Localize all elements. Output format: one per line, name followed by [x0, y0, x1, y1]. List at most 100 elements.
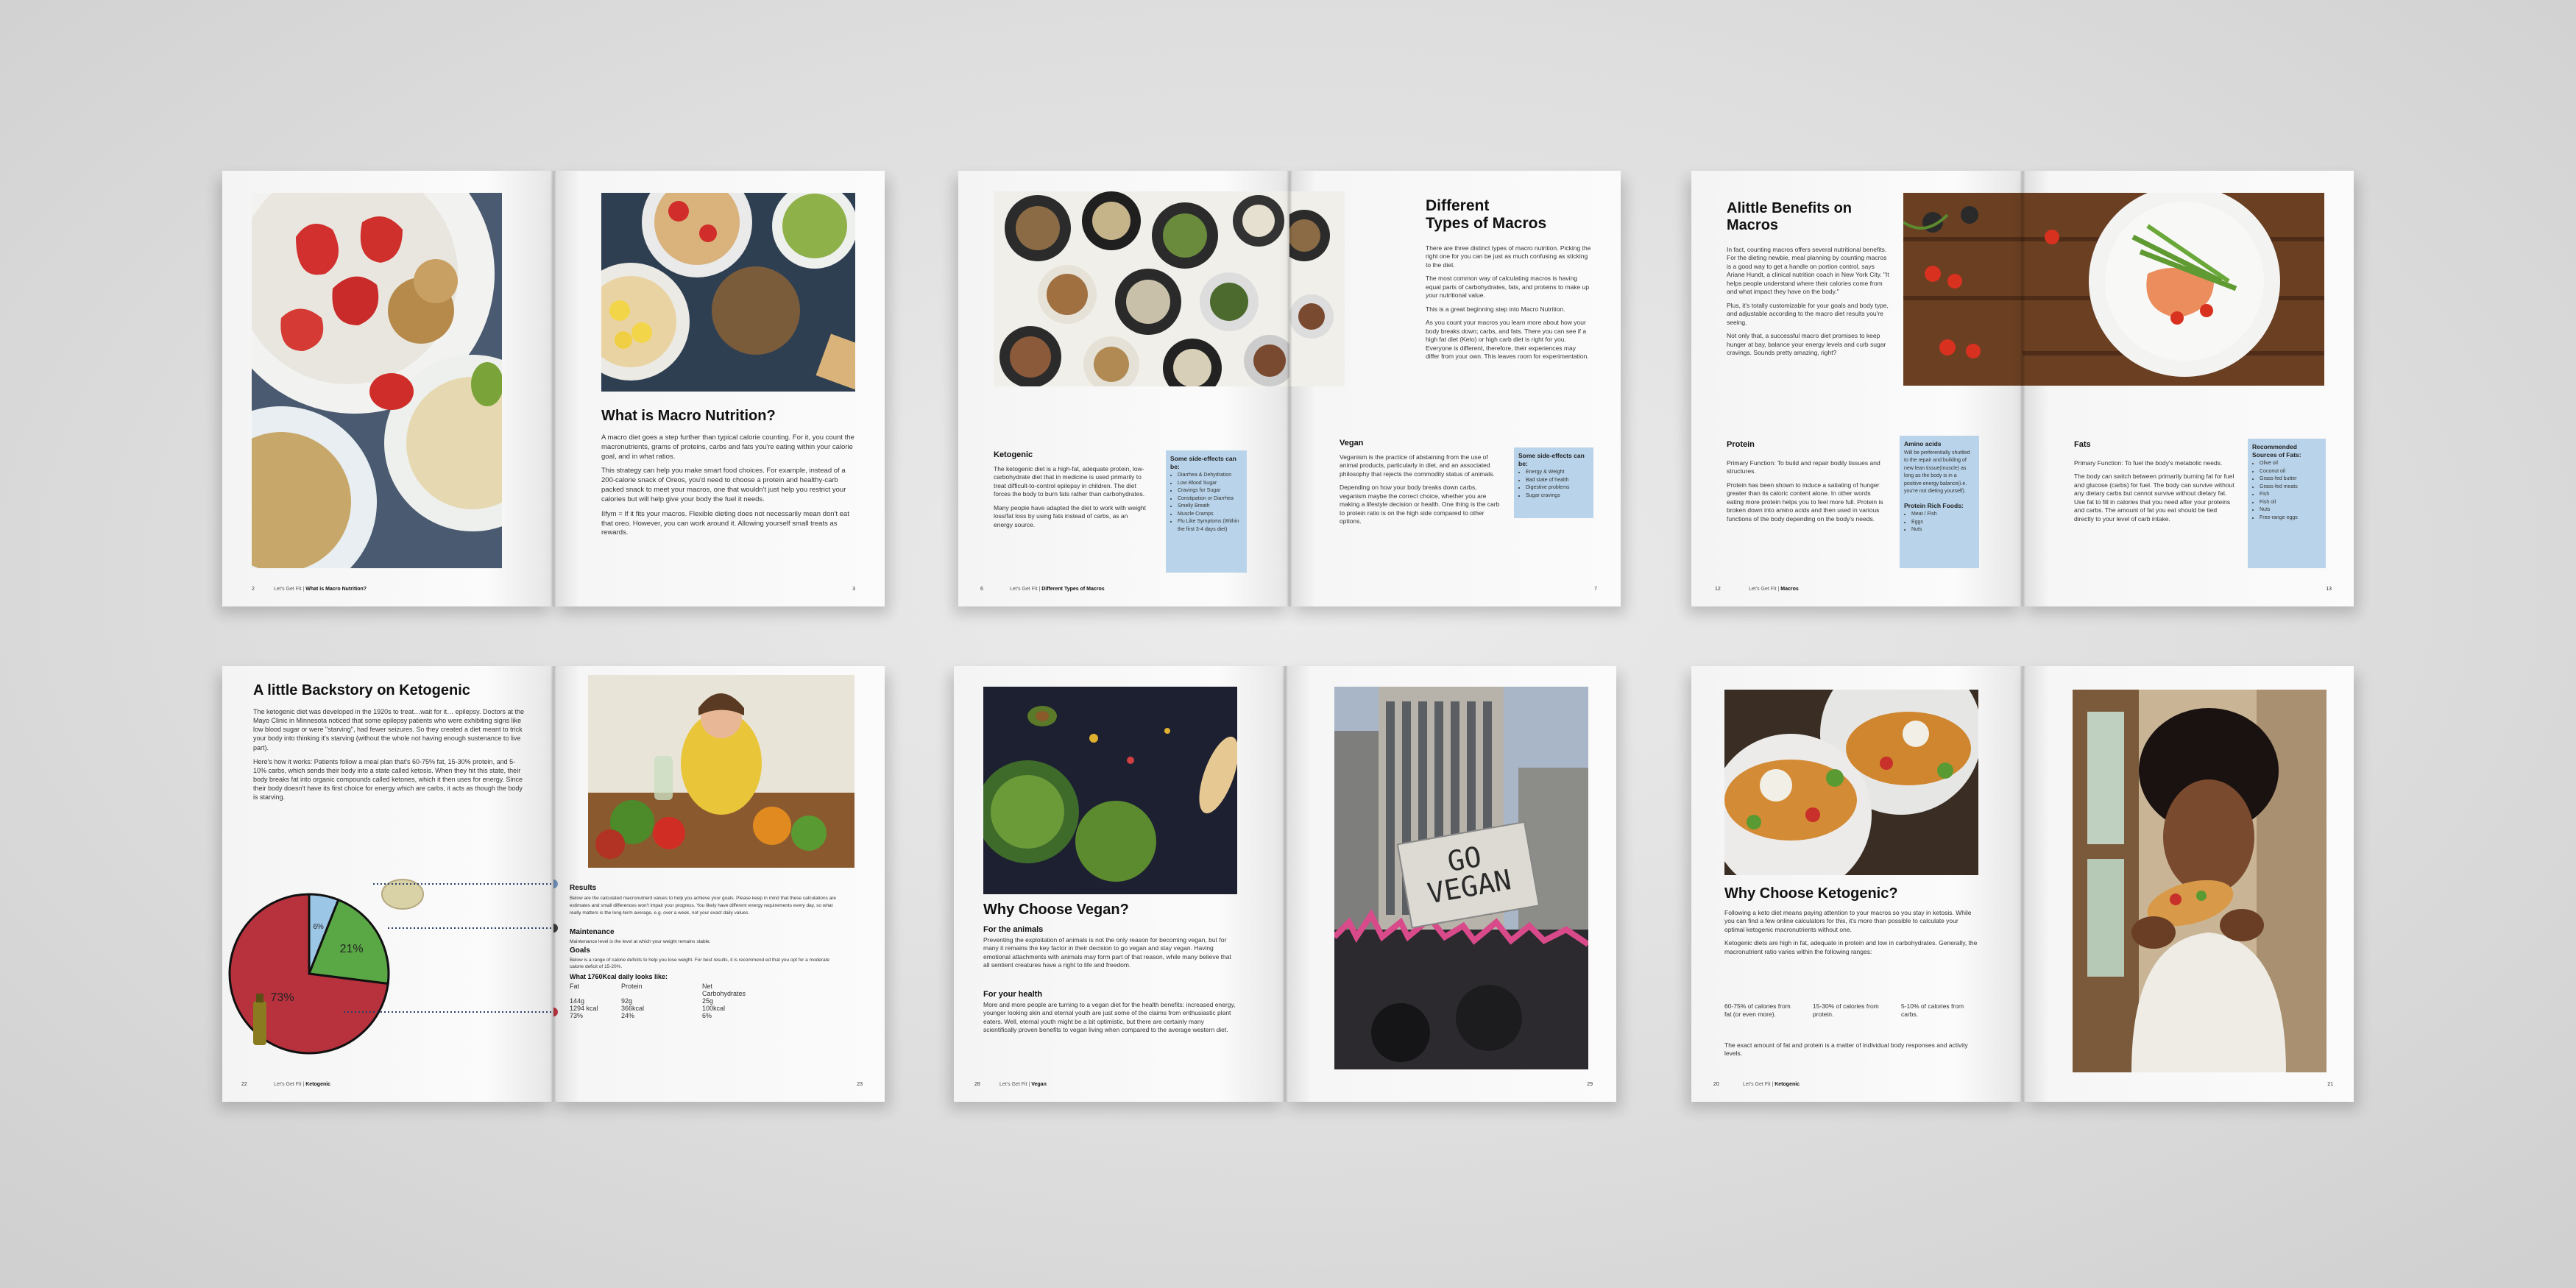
footer-brand: Let's Get Fit: [1010, 587, 1038, 592]
side-effects-list: Diarrhea & Dehydration Low Blood Sugar C…: [1170, 472, 1242, 534]
footer-brand: Let's Get Fit: [274, 1082, 302, 1087]
page-number: 3: [852, 587, 855, 592]
running-footer: Let's Get Fit | Macros: [1749, 587, 1799, 592]
pie-label-fat: 73%: [271, 991, 294, 1004]
spine-shadow: [551, 666, 556, 1102]
page-number: 20: [1713, 1082, 1719, 1087]
title-line: Alittle Benefits on: [1727, 200, 1853, 216]
page-number: 21: [2327, 1082, 2333, 1087]
woman-with-vegetables-photo: [588, 675, 854, 868]
table-cell: 73%: [570, 1012, 584, 1019]
section-title-protein: Protein: [1727, 440, 1755, 449]
spine-shadow: [2020, 171, 2025, 606]
right-page: GO VEGAN 29: [1285, 666, 1616, 1102]
paragraph: The ketogenic diet was developed in the …: [253, 708, 525, 751]
salmon-plate-photo-cont: [2023, 193, 2324, 386]
spread-why-vegan: Why Choose Vegan? For the animals Preven…: [954, 666, 1616, 1102]
list-item: Fish oil: [2260, 499, 2321, 507]
section-title-vegan: Vegan: [1340, 439, 1364, 447]
paragraph: The ketogenic diet is a high-fat, adequa…: [994, 465, 1145, 498]
footer-section: Ketogenic: [305, 1082, 331, 1087]
paragraph: As you count your macros you learn more …: [1426, 319, 1589, 361]
footer-section: Vegan: [1031, 1082, 1047, 1087]
macro-pie-chart: 6% 21% 73%: [228, 879, 553, 1055]
paragraph: In fact, counting macros offers several …: [1727, 246, 1889, 296]
goals-title: Goals: [570, 946, 590, 955]
salad-dark-table-photo: [983, 687, 1237, 894]
footer-brand: Let's Get Fit: [1749, 587, 1777, 592]
page-title: Alittle Benefits on Macros: [1727, 200, 1852, 234]
page-number: 7: [1594, 587, 1597, 592]
paragraph: The most common way of calculating macro…: [1426, 275, 1590, 300]
list-item: Nuts: [1911, 526, 1975, 534]
vegan-text: Veganism is the practice of abstaining f…: [1340, 453, 1501, 531]
paragraph: Not only that, a successful macro diet p…: [1727, 332, 1886, 357]
body-text: In fact, counting macros offers several …: [1727, 246, 1892, 363]
running-footer: Let's Get Fit | Ketogenic: [274, 1082, 331, 1087]
list-item: Low Blood Sugar: [1178, 480, 1242, 488]
page-title: What is Macro Nutrition?: [601, 408, 776, 424]
list-item: Eggs: [1911, 519, 1975, 527]
paragraph: The body can switch between primarily bu…: [2074, 473, 2234, 523]
page-number: 23: [857, 1082, 863, 1087]
right-page: Different Types of Macros There are thre…: [1289, 171, 1621, 606]
list-item: Nuts: [2260, 506, 2321, 514]
range-item: 15-30% of calories from protein.: [1813, 1002, 1879, 1019]
closing-text: The exact amount of fat and protein is a…: [1724, 1041, 1968, 1058]
footer-brand: Let's Get Fit: [274, 587, 302, 592]
left-page: Ketogenic The ketogenic diet is a high-f…: [958, 171, 1289, 606]
title-line: Macros: [1727, 217, 1779, 233]
page-title: A little Backstory on Ketogenic: [253, 682, 470, 698]
footer-section: Different Types of Macros: [1041, 587, 1105, 592]
paragraph: Here's how it works: Patients follow a m…: [253, 757, 523, 802]
left-page: 2 Let's Get Fit | What is Macro Nutritio…: [222, 171, 553, 606]
paragraph: Following a keto diet means paying atten…: [1724, 909, 1972, 933]
table-cell: 6%: [702, 1012, 712, 1019]
table-cell: 92g: [621, 997, 633, 1005]
strawberry-bowl-photo: [252, 193, 502, 568]
section-title-ketogenic: Ketogenic: [994, 450, 1033, 459]
paragraph: Primary Function: To build and repair bo…: [1727, 459, 1880, 475]
daily-title: What 1760Kcal daily looks like:: [570, 973, 668, 980]
paragraph: Depending on how your body breaks down c…: [1340, 484, 1500, 526]
table-cell: 100kcal: [702, 1005, 726, 1012]
list-item: Sugar cravings: [1526, 492, 1589, 500]
ketogenic-text: The ketogenic diet is a high-fat, adequa…: [994, 465, 1148, 534]
range-item: 60-75% of calories from fat (or even mor…: [1724, 1002, 1791, 1019]
list-item: Olive oil: [2260, 460, 2321, 468]
table-cell: 25g: [702, 997, 714, 1005]
paragraph: Ketogenic diets are high in fat, adequat…: [1724, 939, 1978, 955]
table-cell: 366kcal: [621, 1005, 645, 1012]
body-text: A macro diet goes a step further than ty…: [601, 434, 855, 543]
go-vegan-protest-photo: GO VEGAN: [1334, 687, 1588, 1069]
list-item: Muscle Cramps: [1178, 511, 1242, 519]
running-footer: Let's Get Fit | What is Macro Nutrition?: [274, 587, 367, 592]
health-title: For your health: [983, 990, 1043, 999]
running-footer: Let's Get Fit | Vegan: [999, 1082, 1047, 1087]
left-page: Alittle Benefits on Macros In fact, coun…: [1691, 171, 2023, 606]
page-number: 13: [2326, 587, 2332, 592]
table-header: Protein: [621, 983, 643, 990]
side-box-title: Some side-effects can be:: [1518, 452, 1585, 467]
paragraph: There are three distinct types of macro …: [1426, 244, 1591, 269]
table-cell: 144g: [570, 997, 585, 1005]
table-spread-photo-cont: [1289, 191, 1345, 386]
body-text: The ketogenic diet was developed in the …: [253, 707, 526, 807]
right-page: Results Below are the calculated macronu…: [553, 666, 885, 1102]
footer-section: Macros: [1780, 587, 1799, 592]
spread-macro-nutrition: 2 Let's Get Fit | What is Macro Nutritio…: [222, 171, 885, 606]
table-cell: 1294 kcal: [570, 1005, 598, 1012]
list-item: Grass-fed butter: [2260, 475, 2321, 484]
left-page: A little Backstory on Ketogenic The keto…: [222, 666, 553, 1102]
paragraph: IIfym = If it fits your macros. Flexible…: [601, 509, 849, 537]
tacos-photo: [1724, 690, 1978, 875]
table-header-row: Fat Protein Net Carbohydrates: [570, 983, 754, 997]
goals-text: Below is a range of calorie deficits to …: [570, 958, 829, 969]
paragraph: A macro diet goes a step further than ty…: [601, 434, 854, 461]
right-page: 21: [2023, 666, 2354, 1102]
page-number: 2: [252, 587, 255, 592]
protein-foods-list: Meat / Fish Eggs Nuts: [1904, 511, 1975, 534]
title-line: Types of Macros: [1426, 215, 1547, 233]
list-item: Diarrhea & Dehydration: [1178, 472, 1242, 480]
table-row: 73% 24% 6%: [570, 1012, 754, 1019]
